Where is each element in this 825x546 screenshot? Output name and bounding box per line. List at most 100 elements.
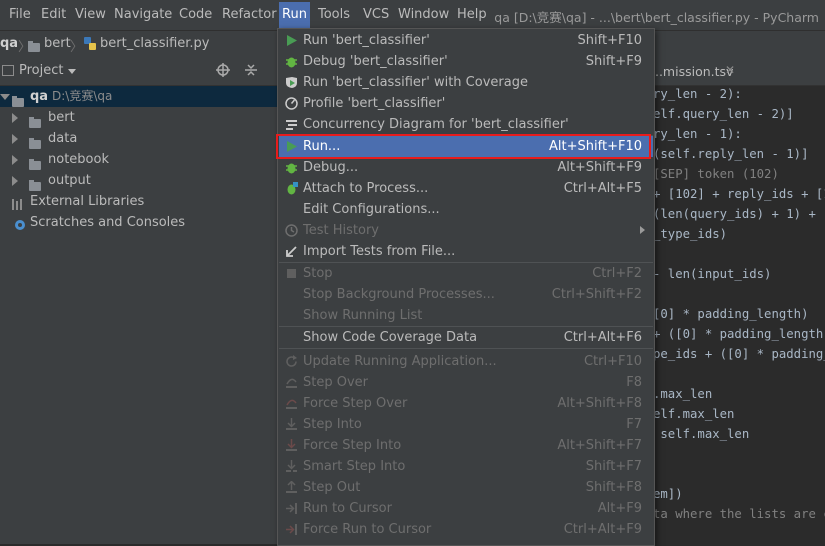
tree-external-libraries[interactable]: External Libraries	[0, 191, 277, 212]
tree-folder-label: data	[48, 131, 78, 146]
run-green-icon	[287, 141, 297, 152]
collapse-arrow-icon[interactable]	[12, 155, 18, 165]
menu-item-edit-configurations[interactable]: Edit Configurations...	[279, 199, 653, 220]
menu-separator	[279, 348, 653, 349]
force-step-into-icon	[286, 439, 297, 451]
tree-scratches[interactable]: Scratches and Consoles	[0, 212, 277, 233]
menu-run[interactable]: Run	[279, 2, 310, 28]
menu-item-run-config[interactable]: Run 'bert_classifier' Shift+F10	[279, 30, 653, 51]
menu-item-debug-config[interactable]: Debug 'bert_classifier' Shift+F9	[279, 51, 653, 72]
history-clock-icon	[285, 224, 298, 237]
scratches-icon	[14, 217, 26, 230]
run-to-cursor-icon	[286, 503, 297, 514]
tree-folder-output[interactable]: output	[0, 170, 277, 191]
menu-edit[interactable]: Edit	[38, 6, 69, 26]
menu-item-update-running-app[interactable]: Update Running Application... Ctrl+F10	[279, 351, 653, 372]
code-line: ry_len - 2):	[653, 87, 742, 101]
code-line: - len(input_ids)	[653, 267, 772, 281]
menu-item-stop[interactable]: Stop Ctrl+F2	[279, 263, 653, 284]
menu-item-attach-to-process[interactable]: Attach to Process... Ctrl+Alt+F5	[279, 178, 653, 199]
menu-navigate[interactable]: Navigate	[111, 6, 175, 26]
tree-folder-label: output	[48, 173, 91, 188]
menu-window[interactable]: Window	[395, 6, 452, 26]
menu-item-stop-background[interactable]: Stop Background Processes... Ctrl+Shift+…	[279, 284, 653, 305]
editor-tab-label[interactable]: ...mission.tsv	[651, 64, 733, 79]
collapse-arrow-icon[interactable]	[12, 134, 18, 144]
tree-folder-bert[interactable]: bert	[0, 107, 277, 128]
code-line: [0] * padding_length)	[653, 307, 809, 321]
menu-item-step-into[interactable]: Step Into F7	[279, 414, 653, 435]
code-line: self.max_len	[653, 427, 750, 441]
menu-item-force-run-to-cursor[interactable]: Force Run to Cursor Ctrl+Alt+F9	[279, 519, 653, 540]
breadcrumb-file[interactable]: bert_classifier.py	[100, 36, 210, 51]
tree-item-label: External Libraries	[30, 194, 145, 209]
menu-view[interactable]: View	[72, 6, 109, 26]
close-icon[interactable]: ✕	[725, 63, 735, 77]
tree-folder-notebook[interactable]: notebook	[0, 149, 277, 170]
force-step-over-icon	[286, 399, 297, 409]
tree-folder-label: bert	[48, 110, 75, 125]
expand-arrow-icon[interactable]	[0, 94, 10, 100]
code-line: + [102] + reply_ids + [1	[653, 187, 825, 201]
menu-item-show-running-list[interactable]: Show Running List	[279, 305, 653, 326]
debug-bug-icon	[286, 57, 297, 68]
menu-tools[interactable]: Tools	[315, 6, 353, 26]
menu-code[interactable]: Code	[176, 6, 215, 26]
collapse-arrow-icon[interactable]	[12, 113, 18, 123]
profile-icon	[285, 97, 298, 110]
submenu-arrow-icon	[640, 226, 645, 234]
breadcrumb-folder[interactable]: bert	[44, 36, 71, 51]
collapse-arrow-icon[interactable]	[12, 176, 18, 186]
menu-file[interactable]: File	[6, 6, 34, 26]
code-line: ry_len - 1):	[653, 127, 742, 141]
menu-item-run-to-cursor[interactable]: Run to Cursor Alt+F9	[279, 498, 653, 519]
breadcrumb-project[interactable]: qa	[0, 36, 18, 51]
project-tool-window: Project qa D:\竞赛\qa bert data notebook o…	[0, 57, 277, 544]
run-menu-dropdown: Run 'bert_classifier' Shift+F10 Debug 'b…	[277, 28, 655, 546]
python-file-icon	[84, 37, 96, 50]
tree-root-path: D:\竞赛\qa	[52, 89, 113, 103]
menu-refactor[interactable]: Refactor	[219, 6, 280, 26]
menu-item-run-dialog[interactable]: Run... Alt+Shift+F10	[279, 136, 653, 157]
menu-item-run-with-coverage[interactable]: Run 'bert_classifier' with Coverage	[279, 72, 653, 93]
code-line: _type_ids)	[653, 227, 728, 241]
run-green-icon	[287, 35, 297, 46]
breadcrumb-separator-icon: 〉	[70, 40, 84, 55]
menu-item-force-step-over[interactable]: Force Step Over Alt+Shift+F8	[279, 393, 653, 414]
menu-item-import-tests[interactable]: Import Tests from File...	[279, 241, 653, 262]
collapse-all-icon[interactable]	[244, 63, 258, 77]
menu-item-test-history[interactable]: Test History	[279, 220, 653, 241]
menu-bar: File Edit View Navigate Code Refactor Ru…	[0, 0, 825, 30]
code-line: elf.query_len - 2)]	[653, 107, 794, 121]
menu-item-concurrency-diagram[interactable]: Concurrency Diagram for 'bert_classifier…	[279, 114, 653, 135]
menu-vcs[interactable]: VCS	[360, 6, 392, 26]
code-comment-line: ta where the lists are co	[653, 507, 825, 521]
menu-help[interactable]: Help	[454, 6, 490, 26]
code-line: pe_ids + ([0] * padding_l	[653, 347, 825, 361]
code-line: (len(query_ids) + 1) + [1	[653, 207, 825, 221]
menu-item-smart-step-into[interactable]: Smart Step Into Shift+F7	[279, 456, 653, 477]
libraries-icon	[12, 196, 24, 210]
menu-item-show-coverage-data[interactable]: Show Code Coverage Data Ctrl+Alt+F6	[279, 327, 653, 348]
locate-crosshair-icon[interactable]	[216, 63, 230, 77]
step-over-icon	[286, 378, 297, 388]
menu-item-debug-dialog[interactable]: Debug... Alt+Shift+F9	[279, 157, 653, 178]
concurrency-icon	[286, 120, 297, 130]
tree-root-qa[interactable]: qa D:\竞赛\qa	[0, 86, 277, 107]
project-panel-header: Project	[0, 57, 277, 86]
menu-item-force-step-into[interactable]: Force Step Into Alt+Shift+F7	[279, 435, 653, 456]
tree-root-name: qa	[30, 89, 49, 104]
chevron-down-icon[interactable]	[68, 69, 76, 74]
tree-folder-label: notebook	[48, 152, 109, 167]
step-into-icon	[286, 418, 297, 430]
step-out-icon	[286, 481, 297, 493]
project-panel-title[interactable]: Project	[19, 63, 63, 78]
menu-item-step-over[interactable]: Step Over F8	[279, 372, 653, 393]
stop-square-icon	[287, 269, 296, 278]
menu-item-profile[interactable]: Profile 'bert_classifier'	[279, 93, 653, 114]
tree-folder-data[interactable]: data	[0, 128, 277, 149]
import-arrow-icon	[286, 246, 297, 257]
menu-item-step-out[interactable]: Step Out Shift+F8	[279, 477, 653, 498]
smart-step-into-icon	[286, 460, 297, 472]
update-refresh-icon	[286, 355, 297, 367]
